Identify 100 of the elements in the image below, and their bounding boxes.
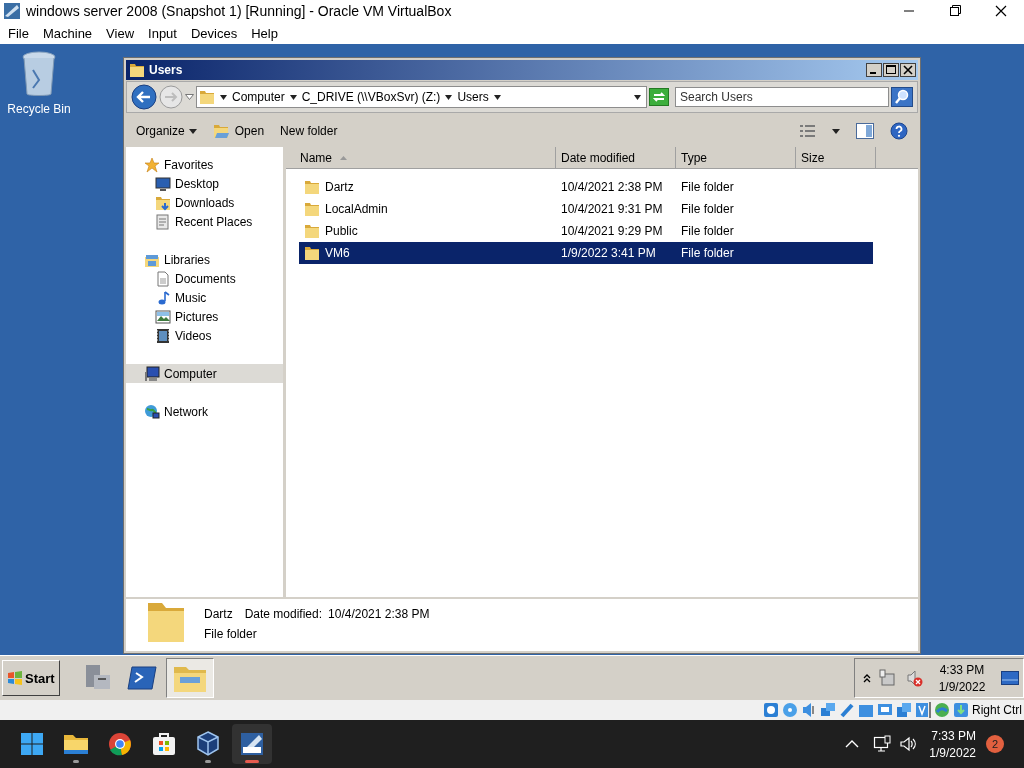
window-title: Users <box>149 63 184 77</box>
host-key-label: Right Ctrl <box>972 703 1022 717</box>
audio-icon[interactable] <box>801 702 817 718</box>
caret-icon[interactable] <box>493 94 501 100</box>
nav-item[interactable]: Videos <box>126 326 283 345</box>
chevron-up-icon[interactable] <box>845 739 860 749</box>
network-icon[interactable] <box>873 735 892 753</box>
nav-item[interactable]: Desktop <box>126 174 283 193</box>
taskbar-app[interactable] <box>232 724 272 764</box>
date-modified: 10/4/2021 9:31 PM <box>561 202 663 216</box>
column-header[interactable]: Date modified <box>556 147 676 168</box>
nav-item[interactable]: Music <box>126 288 283 307</box>
globe-icon <box>144 403 160 420</box>
menu-item[interactable]: Devices <box>190 25 246 41</box>
close-icon[interactable] <box>995 5 1007 17</box>
recording-icon[interactable] <box>896 702 912 718</box>
file-row[interactable]: VM6 1/9/2022 3:41 PM File folder <box>299 242 873 264</box>
virtualization-icon[interactable] <box>915 702 931 718</box>
file-row[interactable]: Dartz 10/4/2021 2:38 PM File folder <box>299 176 873 198</box>
desktop-icon-label: Recycle Bin <box>7 102 71 116</box>
maximize-icon[interactable] <box>949 5 961 17</box>
organize-button[interactable]: Organize <box>136 124 197 138</box>
mouse-integration-icon[interactable] <box>934 702 950 718</box>
nav-item[interactable]: Pictures <box>126 307 283 326</box>
caret-icon[interactable] <box>220 94 227 100</box>
new-folder-button[interactable]: New folder <box>280 124 338 138</box>
nav-item[interactable]: Downloads <box>126 193 283 212</box>
menu-item[interactable]: Input <box>148 25 185 41</box>
display-icon[interactable] <box>877 702 893 718</box>
open-button[interactable]: Open <box>212 123 265 139</box>
caret-icon <box>188 128 197 134</box>
nav-item[interactable]: Computer <box>126 364 283 383</box>
column-header[interactable]: Type <box>676 147 796 168</box>
start-button[interactable]: Start <box>2 660 60 696</box>
nav-item[interactable]: Libraries <box>126 250 283 269</box>
caret-icon[interactable] <box>634 94 641 100</box>
help-icon[interactable] <box>890 122 908 140</box>
maximize-icon[interactable] <box>883 63 899 77</box>
address-bar[interactable]: Computer C_DRIVE (\\VBoxSvr) (Z:) Users <box>196 86 647 108</box>
file-name: Public <box>325 224 358 238</box>
shared-folder-icon[interactable] <box>858 702 874 718</box>
windows-logo-icon <box>7 671 23 685</box>
caret-icon[interactable] <box>832 128 840 134</box>
column-header[interactable]: Name <box>286 147 556 168</box>
minimize-icon[interactable] <box>866 63 882 77</box>
usb-icon[interactable] <box>839 702 855 718</box>
show-hidden-icons-icon[interactable] <box>863 673 871 683</box>
folder-icon <box>304 179 320 195</box>
vm-app-icon <box>3 2 21 20</box>
breadcrumb-item[interactable]: C_DRIVE (\\VBoxSvr) (Z:) <box>301 90 441 104</box>
monitor-icon <box>155 175 171 192</box>
nav-item[interactable]: Documents <box>126 269 283 288</box>
date-modified: 10/4/2021 9:29 PM <box>561 224 663 238</box>
taskbar-button[interactable] <box>165 658 214 698</box>
network-adapter-icon[interactable] <box>820 702 836 718</box>
document-icon <box>155 270 171 287</box>
search-icon[interactable] <box>891 87 913 107</box>
details-type: File folder <box>204 627 258 641</box>
close-icon[interactable] <box>900 63 916 77</box>
show-desktop-icon[interactable] <box>1001 671 1019 685</box>
folder-icon <box>304 245 320 261</box>
back-icon[interactable] <box>131 84 157 110</box>
file-row[interactable]: LocalAdmin 10/4/2021 9:31 PM File folder <box>299 198 873 220</box>
refresh-icon[interactable] <box>649 88 669 106</box>
file-type: File folder <box>681 224 734 238</box>
details-label: Date modified: <box>244 607 323 621</box>
menu-item[interactable]: Machine <box>42 25 101 41</box>
folder-icon <box>199 89 215 105</box>
column-header[interactable]: Size <box>796 147 876 168</box>
computer-icon <box>144 365 160 382</box>
downloads-folder-icon <box>155 194 171 211</box>
file-type: File folder <box>681 246 734 260</box>
speaker-icon[interactable] <box>899 735 918 753</box>
keyboard-capture-icon[interactable] <box>953 702 969 718</box>
file-type: File folder <box>681 202 734 216</box>
preview-pane-icon[interactable] <box>856 123 874 139</box>
clock-date: 1/9/2022 <box>929 745 976 760</box>
menu-item[interactable]: File <box>8 25 37 41</box>
view-options-icon[interactable] <box>800 125 816 137</box>
breadcrumb-item[interactable]: Users <box>457 90 489 104</box>
speaker-muted-icon[interactable] <box>905 669 923 687</box>
file-row[interactable]: Public 10/4/2021 9:29 PM File folder <box>299 220 873 242</box>
menu-item[interactable]: Help <box>251 25 286 41</box>
nav-item[interactable]: Favorites <box>126 155 283 174</box>
folder-icon <box>304 201 320 217</box>
details-name: Dartz <box>204 607 233 621</box>
nav-item[interactable]: Recent Places <box>126 212 283 231</box>
nav-item[interactable]: Network <box>126 402 283 421</box>
recent-places-icon <box>155 213 171 230</box>
breadcrumb-item[interactable]: Computer <box>232 90 285 104</box>
menu-item[interactable]: View <box>106 25 143 41</box>
search-field[interactable]: Search Users <box>675 87 889 107</box>
window-title: windows server 2008 (Snapshot 1) [Running] - Oracle VM VirtualBox <box>26 3 453 19</box>
caret-icon[interactable] <box>445 94 453 100</box>
notification-badge[interactable]: 2 <box>986 735 1004 753</box>
windows-logo-icon <box>20 732 44 756</box>
date-modified: 1/9/2022 3:41 PM <box>561 246 656 260</box>
folder-icon <box>212 123 231 139</box>
caret-icon[interactable] <box>289 94 297 100</box>
picture-icon <box>155 308 171 325</box>
